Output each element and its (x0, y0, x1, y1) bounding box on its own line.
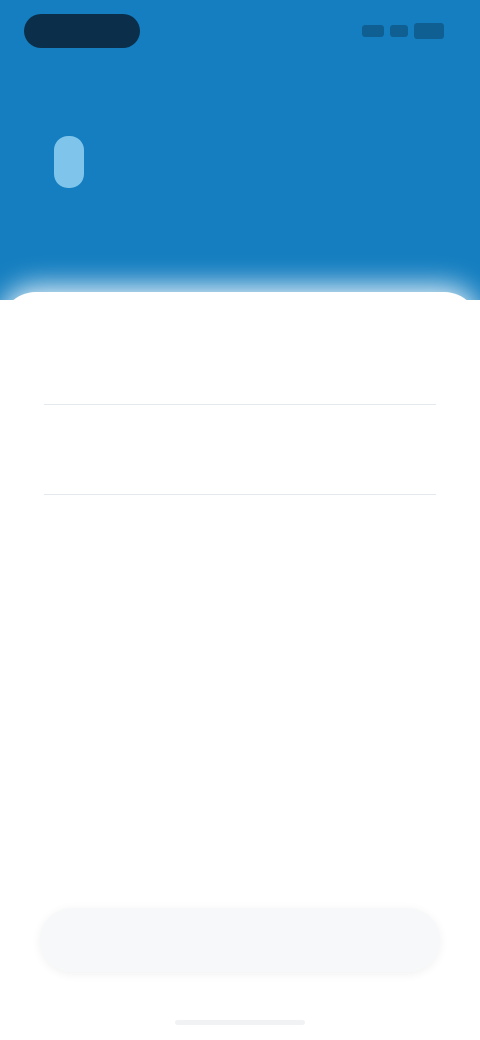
battery-icon (414, 23, 444, 39)
info-field-1[interactable] (44, 354, 436, 405)
field-label (44, 354, 436, 372)
signal-icon (362, 25, 384, 37)
header (0, 0, 480, 300)
wifi-icon (390, 25, 408, 37)
title-line-1 (40, 210, 360, 232)
primary-button[interactable] (40, 908, 440, 972)
page-title (40, 210, 370, 278)
back-button[interactable] (20, 70, 56, 106)
field-value (44, 468, 436, 486)
app-screen (0, 0, 480, 1040)
home-indicator[interactable] (175, 1020, 305, 1025)
field-label (44, 444, 436, 462)
field-value (44, 378, 436, 396)
status-bar (0, 0, 480, 60)
info-field-2[interactable] (44, 444, 436, 495)
field-divider (44, 494, 436, 495)
status-icons (358, 20, 444, 42)
earbud-icon-shape (54, 136, 84, 188)
earbud-icon (50, 136, 88, 188)
field-divider (44, 404, 436, 405)
status-time (24, 14, 140, 48)
title-line-2 (40, 244, 260, 266)
